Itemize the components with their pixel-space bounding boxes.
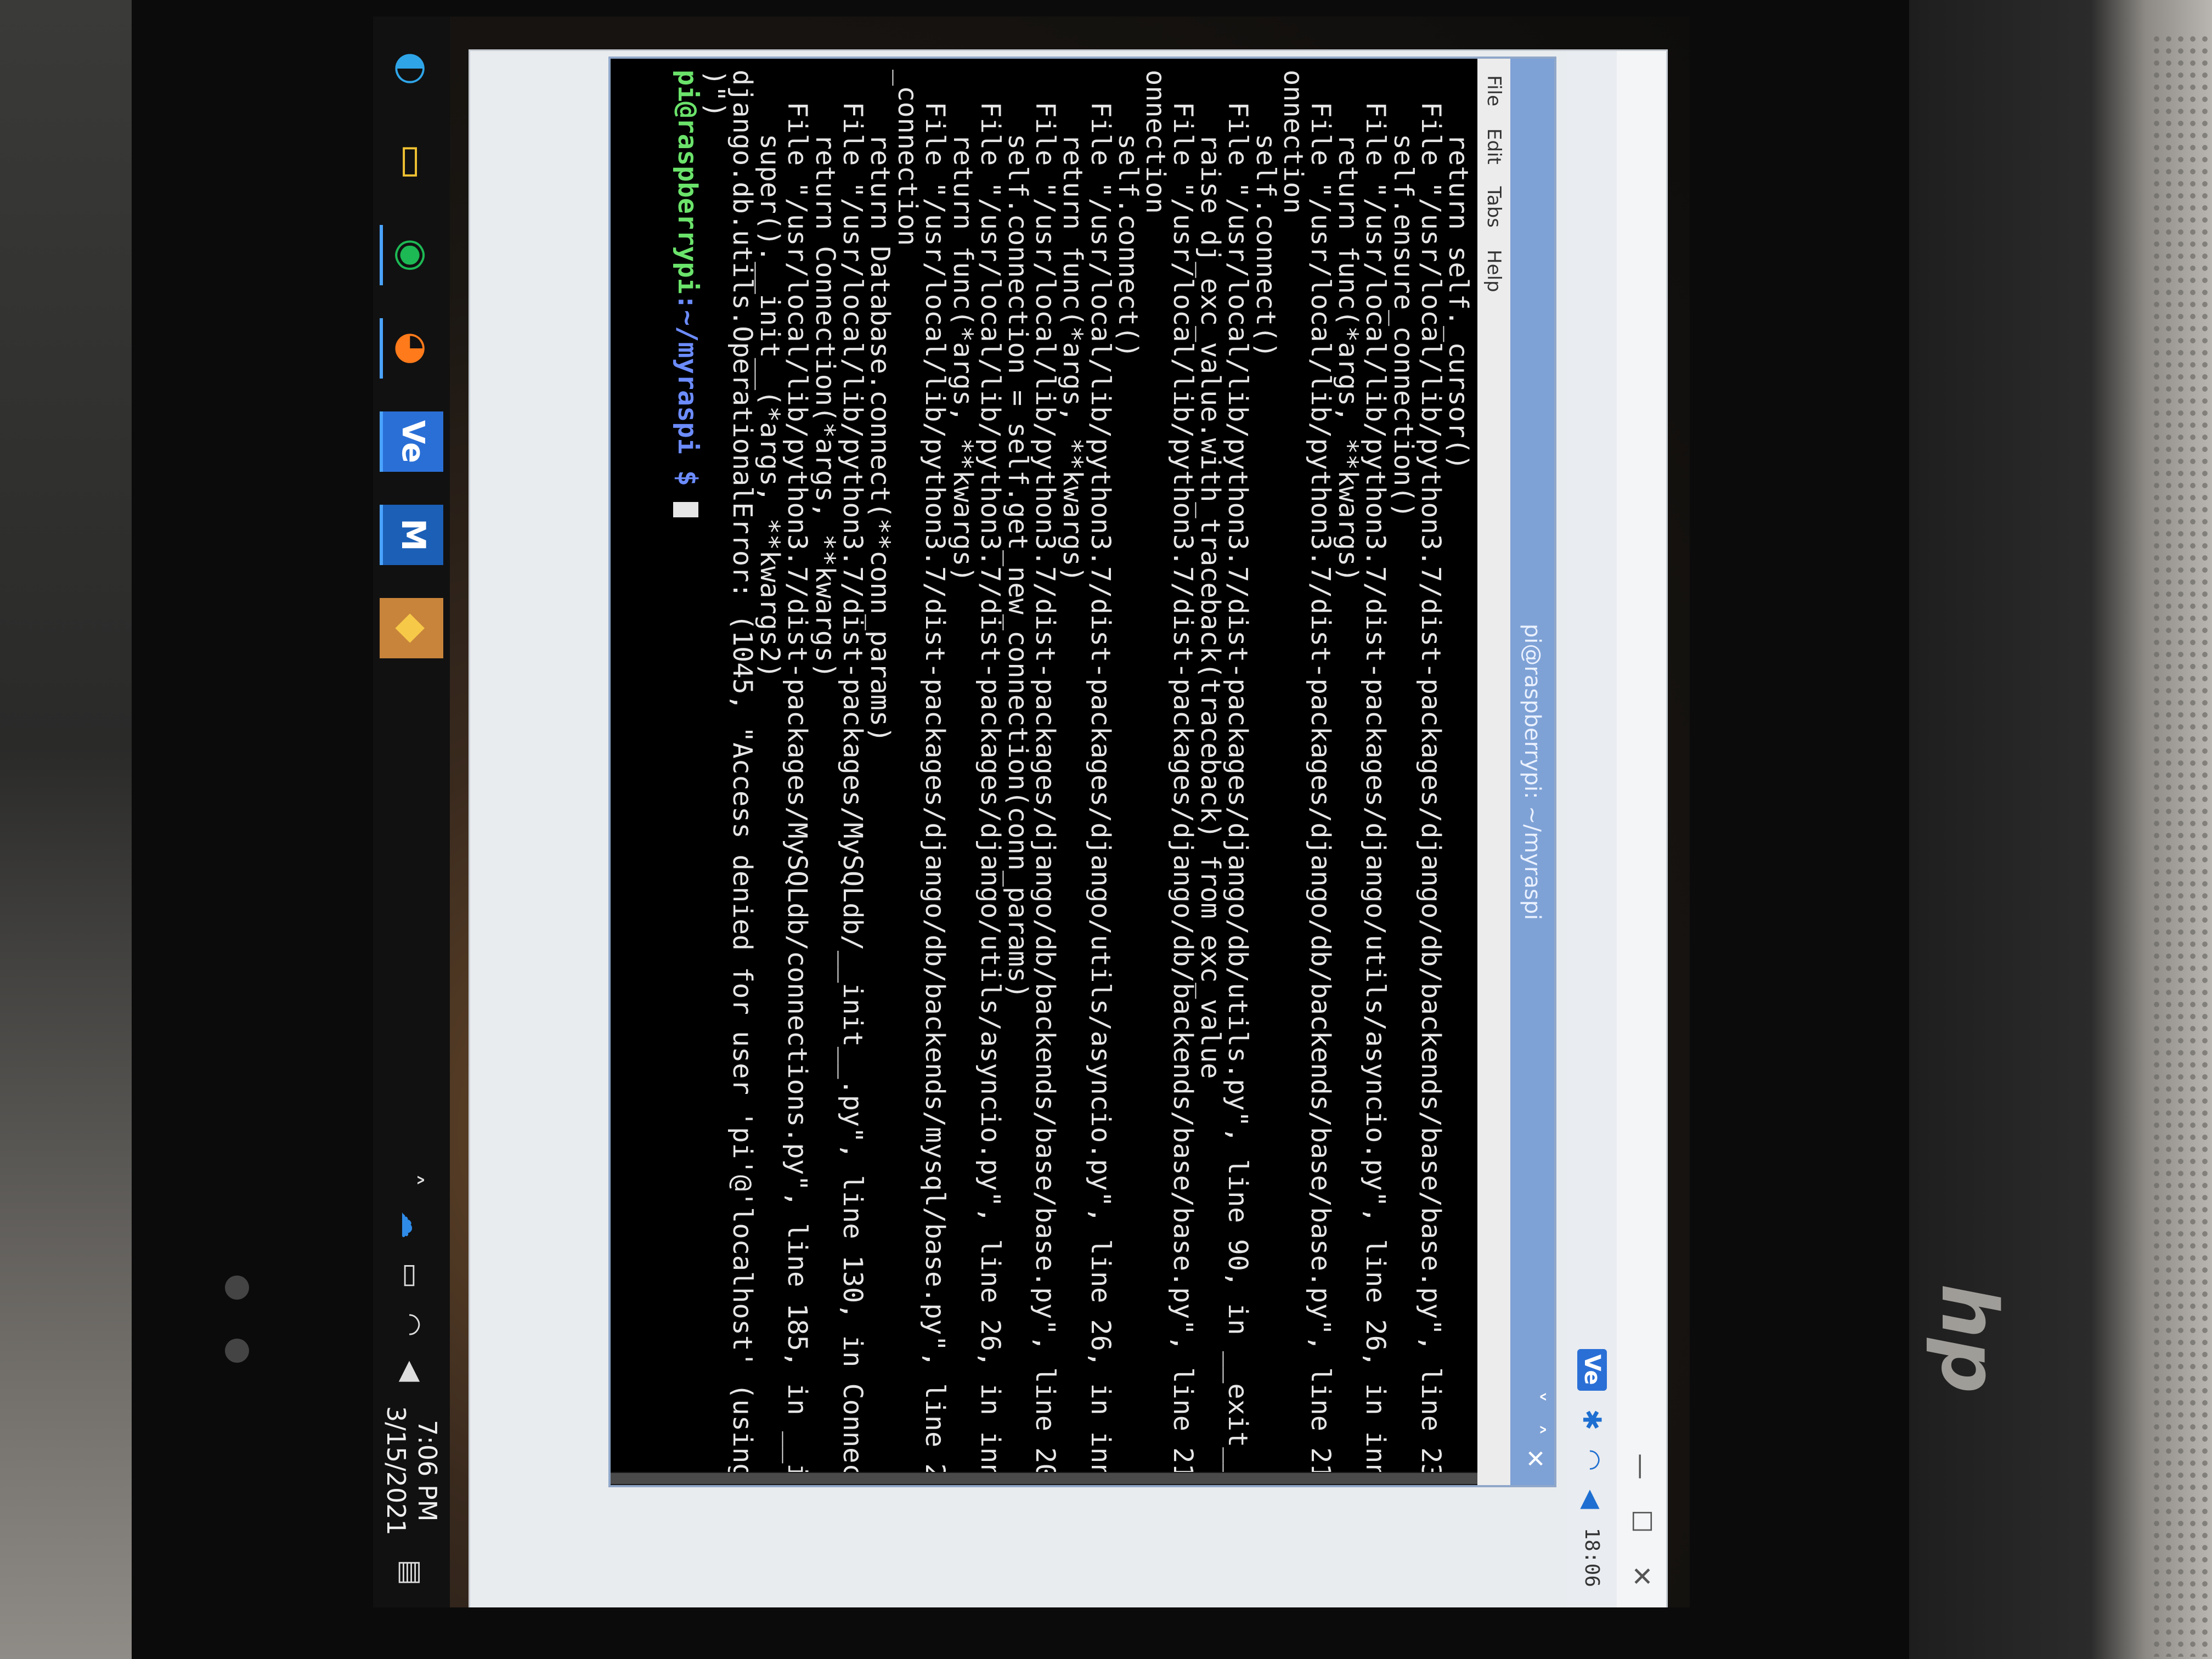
minimize-icon[interactable]: — (1625, 1450, 1658, 1483)
terminal-line: return func(*args, **kwargs) (947, 70, 978, 583)
firefox-icon[interactable]: ◕ (380, 318, 443, 379)
terminal-line: return func(*args, **kwargs) (1057, 70, 1088, 583)
terminal-line: File "/usr/local/lib/python3.7/dist-pack… (837, 70, 868, 1472)
vnc-viewer-icon[interactable]: Ve (380, 411, 443, 472)
battery-icon[interactable]: ▭ (396, 1263, 427, 1289)
chevron-up-icon[interactable]: ˄ (396, 1173, 427, 1187)
onedrive-icon[interactable]: ☁ (396, 1211, 427, 1239)
terminal-line: self.ensure_connection() (1387, 70, 1419, 518)
terminal-title: pi@raspberrypi: ~/myraspi (1520, 623, 1545, 921)
terminal-line: super().__init__(*args, **kwargs2) (754, 70, 786, 679)
hp-logo: hp (1924, 1284, 2013, 1393)
terminal-line: raise dj_exc_value.with_traceback(traceb… (1195, 70, 1226, 1079)
terminal-line: return self._cursor() (1443, 70, 1474, 470)
terminal-line: _connection (892, 70, 923, 246)
terminal-line: onnection (1139, 70, 1171, 214)
spotify-icon[interactable]: ◉ (380, 225, 443, 285)
close-icon[interactable]: ✕ (1521, 1448, 1549, 1469)
terminal-line: onnection (1277, 70, 1308, 214)
volume-icon[interactable]: ◀ (396, 1361, 427, 1381)
terminal-line: )") (699, 70, 730, 118)
menu-help[interactable]: Help (1483, 250, 1505, 292)
terminal-line: File "/usr/local/lib/python3.7/dist-pack… (1360, 70, 1391, 1472)
vnc-viewer-window[interactable]: — ☐ ✕ Ve ✱ ◠ ◀ 18:06 pi@raspberrypi: ~/m… (469, 49, 1668, 1607)
terminal-prompt-line[interactable]: pi@raspberrypi:~/myraspi $ (672, 70, 703, 1461)
terminal-window[interactable]: pi@raspberrypi: ~/myraspi ˅ ˄ ✕ File Edi… (608, 57, 1556, 1487)
prompt-user: pi@raspberrypi (672, 70, 703, 294)
terminal-line: return func(*args, **kwargs) (1333, 70, 1364, 583)
prompt-path: :~/myraspi $ (672, 294, 703, 487)
file-explorer-icon[interactable]: ▭ (380, 132, 443, 192)
terminal-line: File "/usr/local/lib/python3.7/dist-pack… (1030, 70, 1061, 1472)
bluetooth-icon[interactable]: ✱ (1577, 1409, 1607, 1431)
menu-file[interactable]: File (1483, 75, 1505, 106)
maximize-icon[interactable]: ☐ (1625, 1505, 1658, 1538)
terminal-line: File "/usr/local/lib/python3.7/dist-pack… (919, 70, 951, 1472)
terminal-line: django.db.utils.OperationalError: (1045,… (727, 70, 758, 1472)
terminal-line: File "/usr/local/lib/python3.7/dist-pack… (1222, 70, 1254, 1472)
notifications-icon[interactable]: ▤ (396, 1560, 427, 1585)
menu-tabs[interactable]: Tabs (1483, 187, 1505, 228)
vnc-server-icon[interactable]: Ve (1577, 1348, 1607, 1391)
pi-clock: 18:06 (1581, 1527, 1604, 1587)
edge-icon[interactable]: ◐ (380, 38, 443, 99)
wifi-icon[interactable]: ◠ (396, 1313, 427, 1337)
clock-time: 7:06 PM (413, 1420, 443, 1522)
terminal-line: File "/usr/local/lib/python3.7/dist-pack… (1415, 70, 1446, 1472)
terminal-line: self.connect() (1250, 70, 1281, 358)
terminal-line: self.connect() (1112, 70, 1143, 358)
wifi-icon[interactable]: ◠ (1577, 1449, 1607, 1471)
webcam-dot (225, 1276, 249, 1300)
terminal-line: File "/usr/local/lib/python3.7/dist-pack… (1305, 70, 1336, 1472)
mysql-workbench-icon[interactable]: M (380, 505, 443, 565)
menu-edit[interactable]: Edit (1483, 128, 1505, 165)
terminal-line: File "/usr/local/lib/python3.7/dist-pack… (974, 70, 1006, 1472)
terminal-output[interactable]: return self._cursor() File "/usr/local/l… (611, 59, 1477, 1472)
scrollbar-thumb[interactable] (611, 1473, 1477, 1484)
terminal-menubar: File Edit Tabs Help (1477, 59, 1510, 1485)
close-icon[interactable]: ✕ (1625, 1560, 1658, 1593)
terminal-line: File "/usr/local/lib/python3.7/dist-pack… (1167, 70, 1199, 1472)
maximize-icon[interactable]: ˄ (1521, 1424, 1549, 1436)
text-cursor (673, 502, 698, 518)
terminal-scrollbar[interactable] (611, 1472, 1477, 1485)
laptop-screen: — ☐ ✕ Ve ✱ ◠ ◀ 18:06 pi@raspberrypi: ~/m… (373, 16, 1690, 1607)
vnc-titlebar: — ☐ ✕ (1617, 51, 1666, 1607)
terminal-titlebar: pi@raspberrypi: ~/myraspi ˅ ˄ ✕ (1510, 59, 1554, 1485)
raspberry-pi-panel: Ve ✱ ◠ ◀ 18:06 (1567, 51, 1617, 1607)
terminal-line: self.connection = self.get_new_connectio… (1002, 70, 1033, 999)
webcam-dot (225, 1339, 249, 1363)
python-idle-icon[interactable]: ◆ (380, 598, 443, 658)
system-tray: ˄ ☁ ▭ ◠ ◀ 7:06 PM 3/15/2021 ▤ (380, 1173, 443, 1607)
clock-date: 3/15/2021 (381, 1406, 411, 1536)
volume-icon[interactable]: ◀ (1577, 1489, 1607, 1509)
speaker-grill (2151, 33, 2211, 1657)
taskbar-clock[interactable]: 7:06 PM 3/15/2021 (380, 1406, 443, 1536)
taskbar-apps: ◐ ▭ ◉ ◕ Ve M ◆ (380, 16, 443, 658)
terminal-line: return Connection(*args, **kwargs) (809, 70, 840, 679)
terminal-line: return Database.connect(**conn_params) (865, 70, 896, 743)
terminal-line: File "/usr/local/lib/python3.7/dist-pack… (782, 70, 813, 1472)
minimize-icon[interactable]: ˅ (1521, 1391, 1549, 1403)
terminal-line: File "/usr/local/lib/python3.7/dist-pack… (1085, 70, 1116, 1472)
windows-taskbar: ◐ ▭ ◉ ◕ Ve M ◆ ˄ ☁ ▭ ◠ ◀ 7:06 PM 3/15/20… (373, 16, 450, 1607)
